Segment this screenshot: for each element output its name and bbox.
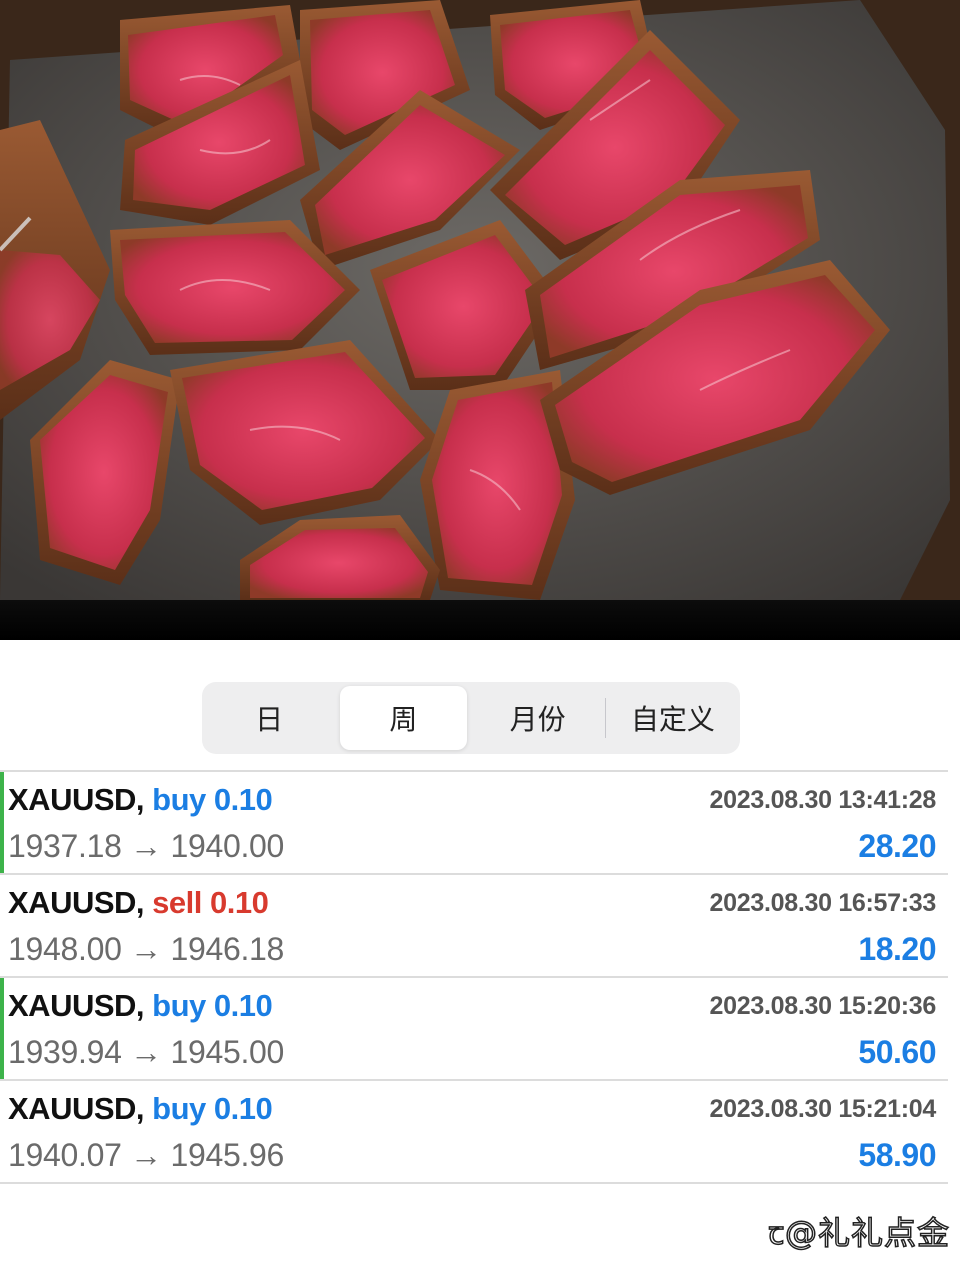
trade-profit: 50.60 [858,1034,936,1070]
tab-month[interactable]: 月份 [475,686,601,750]
open-price: 1939.94 [8,1034,122,1070]
arrow-icon: → [130,828,162,864]
trade-volume: 0.10 [213,782,273,817]
trade-time: 2023.08.30 16:57:33 [709,889,937,917]
trade-profit: 28.20 [858,828,936,864]
trade-row[interactable]: XAUUSD, buy 0.10 2023.08.30 15:21:04 194… [0,1081,948,1184]
trade-side: buy [152,988,206,1023]
position-marker [0,772,4,873]
tab-divider [604,698,606,738]
close-price: 1940.00 [170,828,285,864]
trade-side: sell [152,885,202,920]
position-marker [0,978,4,1079]
trade-time: 2023.08.30 13:41:28 [709,786,937,814]
watermark-text: ꞇ@礼礼点金 [768,1213,950,1253]
trade-time: 2023.08.30 15:21:04 [709,1095,937,1123]
trade-volume: 0.10 [213,988,273,1023]
trade-side: buy [152,1091,206,1126]
tab-day[interactable]: 日 [206,686,332,750]
steak-illustration [0,0,960,640]
trade-header: XAUUSD, buy 0.10 [8,988,273,1024]
open-price: 1948.00 [8,931,122,967]
trade-symbol: XAUUSD, [8,782,145,817]
trade-header: XAUUSD, buy 0.10 [8,782,273,818]
trade-profit: 18.20 [858,931,936,967]
trade-side: buy [152,782,206,817]
trade-volume: 0.10 [213,1091,273,1126]
arrow-icon: → [130,931,162,967]
trade-history-list: XAUUSD, buy 0.10 2023.08.30 13:41:28 193… [0,770,948,1184]
trade-profit: 58.90 [858,1137,936,1173]
close-price: 1945.96 [170,1137,285,1173]
trade-symbol: XAUUSD, [8,885,145,920]
trade-prices: 1948.00 → 1946.18 [8,931,284,968]
trade-row[interactable]: XAUUSD, buy 0.10 2023.08.30 13:41:28 193… [0,772,948,875]
trade-row[interactable]: XAUUSD, sell 0.10 2023.08.30 16:57:33 19… [0,875,948,978]
trade-symbol: XAUUSD, [8,1091,145,1126]
arrow-icon: → [130,1137,162,1173]
trade-prices: 1940.07 → 1945.96 [8,1137,284,1174]
close-price: 1945.00 [170,1034,285,1070]
open-price: 1940.07 [8,1137,122,1173]
tab-custom[interactable]: 自定义 [610,686,736,750]
trade-header: XAUUSD, buy 0.10 [8,1091,273,1127]
tab-week[interactable]: 周 [340,686,467,750]
trade-prices: 1937.18 → 1940.00 [8,828,284,865]
period-segmented-control: 日 周 月份 自定义 [202,682,740,754]
trade-symbol: XAUUSD, [8,988,145,1023]
arrow-icon: → [130,1034,162,1070]
trade-volume: 0.10 [209,885,269,920]
close-price: 1946.18 [170,931,285,967]
trade-time: 2023.08.30 15:20:36 [709,992,937,1020]
trade-prices: 1939.94 → 1945.00 [8,1034,284,1071]
trade-row[interactable]: XAUUSD, buy 0.10 2023.08.30 15:20:36 193… [0,978,948,1081]
open-price: 1937.18 [8,828,122,864]
trade-header: XAUUSD, sell 0.10 [8,885,269,921]
photo-bottom-edge [0,600,960,640]
food-photo [0,0,960,640]
